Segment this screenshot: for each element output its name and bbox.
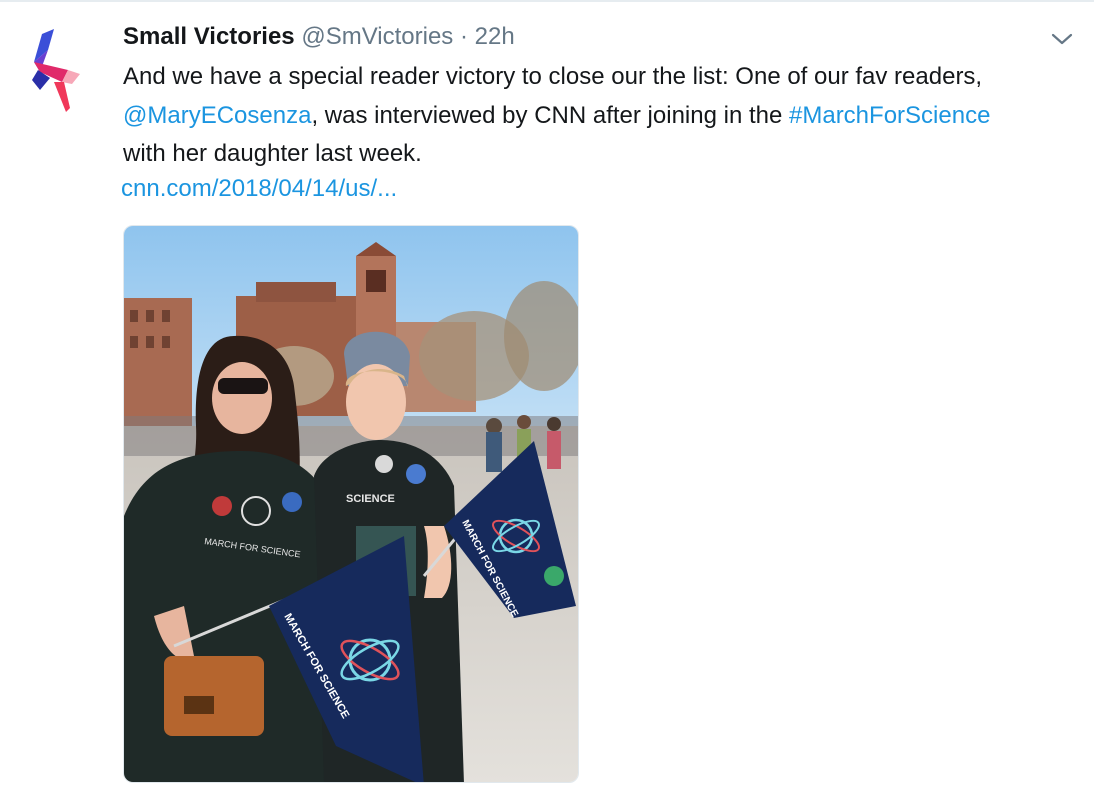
tweet-text-middle: , was interviewed by CNN after joining i… bbox=[311, 101, 789, 129]
top-divider bbox=[0, 0, 1094, 2]
small-victories-logo-icon[interactable] bbox=[20, 26, 92, 116]
tweet-text-line-2: @MaryECosenza, was interviewed by CNN af… bbox=[123, 97, 1088, 136]
mention-link[interactable]: @MaryECosenza bbox=[123, 102, 311, 129]
shirt-text-right: SCIENCE bbox=[346, 493, 395, 505]
tweet-text-line-3: with her daughter last week. bbox=[123, 140, 422, 167]
chevron-down-icon[interactable] bbox=[1050, 30, 1074, 48]
display-name[interactable]: Small Victories bbox=[123, 23, 295, 50]
hashtag-link[interactable]: #MarchForScience bbox=[789, 102, 990, 129]
tweet-timestamp[interactable]: 22h bbox=[475, 23, 515, 50]
tweet-photo[interactable]: MARCH FOR SCIENCE SCIENCE MARCH FOR SCIE… bbox=[123, 225, 579, 783]
tweet-text-line-1: And we have a special reader victory to … bbox=[123, 63, 983, 90]
separator-dot: · bbox=[459, 23, 468, 50]
tweet-text: And we have a special reader victory to … bbox=[123, 58, 1088, 174]
user-handle[interactable]: @SmVictories bbox=[301, 23, 453, 50]
tweet-header: Small Victories @SmVictories · 22h bbox=[123, 22, 1023, 52]
article-link[interactable]: cnn.com/2018/04/14/us/... bbox=[121, 170, 397, 208]
